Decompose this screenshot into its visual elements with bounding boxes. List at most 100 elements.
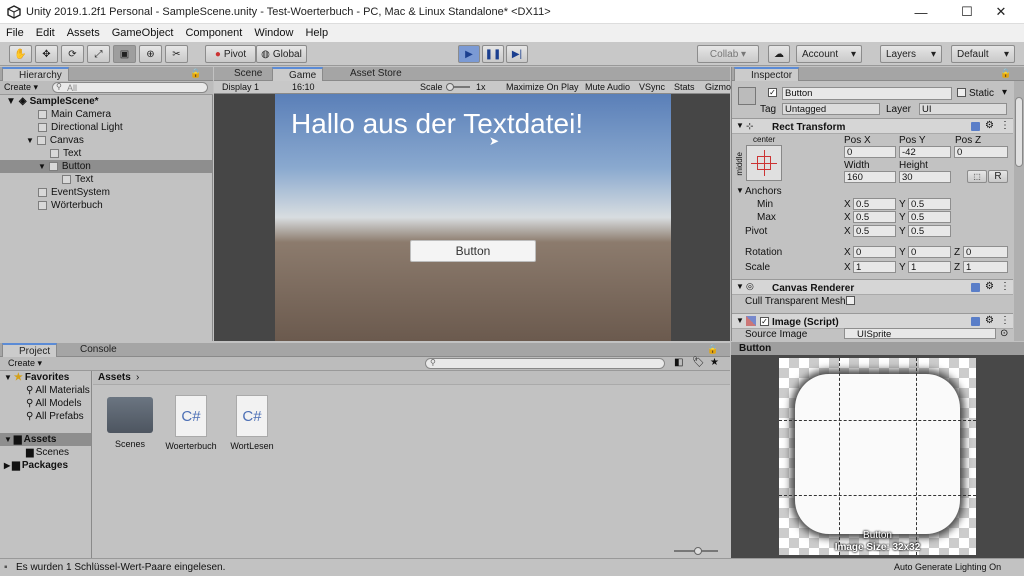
status-message[interactable]: Es wurden 1 Schlüssel-Wert-Paare eingele… — [16, 562, 225, 573]
gizmos-dropdown[interactable]: Gizmo — [705, 82, 731, 92]
layout-dropdown[interactable]: Default ▾ — [951, 45, 1015, 63]
lock-icon[interactable]: 🔒 — [707, 344, 718, 355]
favorite-star-icon[interactable]: ★ — [710, 357, 719, 368]
game-button[interactable]: Button — [410, 240, 536, 262]
rotation-z-field[interactable]: 0 — [963, 246, 1008, 258]
settings-icon[interactable]: ⚙ — [985, 315, 994, 326]
source-image-field[interactable]: UISprite — [844, 328, 996, 339]
object-name-field[interactable]: Button — [782, 87, 952, 100]
rotation-x-field[interactable]: 0 — [853, 246, 896, 258]
tag-dropdown[interactable]: Untagged — [782, 103, 880, 115]
step-button[interactable]: ▶| — [506, 45, 528, 63]
layers-dropdown[interactable]: Layers ▾ — [880, 45, 942, 63]
icon-size-slider-thumb[interactable] — [694, 547, 702, 555]
game-viewport[interactable]: Hallo aus der Textdatei! Button ➤ — [275, 94, 671, 341]
lock-icon[interactable]: 🔒 — [190, 68, 201, 79]
hierarchy-item-button[interactable]: ▼ Button — [0, 160, 212, 173]
anchor-min-y-field[interactable]: 0.5 — [908, 198, 951, 210]
menu-assets[interactable]: Assets — [61, 24, 106, 42]
tab-hierarchy[interactable]: Hierarchy — [2, 67, 69, 81]
scenes-folder-row[interactable]: ▆ Scenes — [26, 446, 69, 459]
rotate-tool-button[interactable]: ⟳ — [61, 45, 84, 63]
packages-folder-row[interactable]: ▶ ▆ Packages — [4, 459, 68, 472]
hierarchy-item-canvas[interactable]: ▼ Canvas — [26, 134, 84, 147]
scale-slider-thumb[interactable] — [446, 83, 454, 91]
scale-z-field[interactable]: 1 — [963, 261, 1008, 273]
settings-icon[interactable]: ⚙ — [985, 281, 994, 292]
transform-tool-button[interactable]: ⊕ — [139, 45, 162, 63]
rect-transform-header[interactable]: ▼ ⊹ Rect Transform ⚙ ⋮ — [732, 118, 1013, 134]
tab-inspector[interactable]: Inspector — [734, 67, 800, 81]
menu-dots-icon[interactable]: ⋮ — [1000, 315, 1010, 326]
rotation-y-field[interactable]: 0 — [908, 246, 951, 258]
vsync-toggle[interactable]: VSync — [639, 82, 665, 92]
lock-icon[interactable]: 🔒 — [1000, 68, 1011, 79]
hierarchy-item-button-text[interactable]: Text — [62, 173, 93, 186]
hierarchy-create-button[interactable]: Create ▾ — [4, 82, 38, 93]
scale-x-field[interactable]: 1 — [853, 261, 896, 273]
asset-scenes-folder[interactable]: Scenes — [100, 395, 160, 449]
pivot-toggle[interactable]: ● Pivot — [205, 45, 256, 63]
hierarchy-item-directional-light[interactable]: Directional Light — [38, 121, 123, 134]
maximize-on-play-toggle[interactable]: Maximize On Play — [506, 82, 579, 92]
close-button[interactable]: ✕ — [978, 0, 1024, 24]
menu-edit[interactable]: Edit — [30, 24, 61, 42]
help-icon[interactable] — [971, 283, 980, 292]
preview-header[interactable]: Button — [731, 342, 1024, 355]
blueprint-mode-button[interactable]: ⬚ — [967, 170, 987, 183]
hierarchy-scene-row[interactable]: ▼ ◈ SampleScene* — [6, 95, 99, 108]
hand-tool-button[interactable]: ✋ — [9, 45, 32, 63]
help-icon[interactable] — [971, 317, 980, 326]
favorite-all-prefabs[interactable]: ⚲ All Prefabs — [26, 410, 84, 423]
tab-game[interactable]: Game — [272, 67, 324, 81]
pos-y-field[interactable]: -42 — [899, 146, 951, 158]
favorite-all-materials[interactable]: ⚲ All Materials — [26, 384, 90, 397]
scale-tool-button[interactable]: ⤢ — [87, 45, 110, 63]
image-script-header[interactable]: ▼ ✓ Image (Script) ⚙ ⋮ — [732, 313, 1013, 329]
pos-z-field[interactable]: 0 — [954, 146, 1008, 158]
scale-y-field[interactable]: 1 — [908, 261, 951, 273]
menu-help[interactable]: Help — [299, 24, 334, 42]
filter-label-icon[interactable]: 🏷 — [692, 357, 705, 368]
aspect-dropdown[interactable]: 16:10 — [292, 82, 315, 92]
hierarchy-search-input[interactable]: All — [52, 82, 208, 93]
global-toggle[interactable]: ◍ Global — [256, 45, 307, 63]
rect-tool-button[interactable]: ▣ — [113, 45, 136, 63]
asset-woerterbuch-script[interactable]: C# Woerterbuch — [161, 395, 221, 451]
hierarchy-item-woerterbuch[interactable]: Wörterbuch — [38, 199, 103, 212]
anchor-min-x-field[interactable]: 0.5 — [853, 198, 896, 210]
favorite-all-models[interactable]: ⚲ All Models — [26, 397, 81, 410]
pos-x-field[interactable]: 0 — [844, 146, 896, 158]
favorites-row[interactable]: ▼ ★ Favorites — [4, 371, 69, 384]
foldout-arrow-icon[interactable]: ▼ — [736, 186, 744, 195]
menu-window[interactable]: Window — [248, 24, 299, 42]
assets-folder-row[interactable]: ▼ ▆ Assets — [0, 433, 91, 446]
static-checkbox[interactable] — [957, 88, 966, 97]
inspector-scrollbar-thumb[interactable] — [1015, 97, 1023, 167]
help-icon[interactable] — [971, 122, 980, 131]
display-dropdown[interactable]: Display 1 — [222, 82, 259, 92]
filter-type-icon[interactable]: ◧ — [674, 357, 683, 368]
height-field[interactable]: 30 — [899, 171, 951, 183]
pivot-y-field[interactable]: 0.5 — [908, 225, 951, 237]
width-field[interactable]: 160 — [844, 171, 896, 183]
move-tool-button[interactable]: ✥ — [35, 45, 58, 63]
object-picker-icon[interactable]: ⊙ — [1000, 328, 1008, 339]
pivot-x-field[interactable]: 0.5 — [853, 225, 896, 237]
menu-component[interactable]: Component — [179, 24, 248, 42]
play-button[interactable]: ▶ — [458, 45, 480, 63]
anchor-presets-button[interactable] — [746, 145, 782, 181]
tab-asset-store[interactable]: Asset Store — [334, 67, 408, 81]
canvas-renderer-header[interactable]: ▼ ◎ Canvas Renderer ⚙ ⋮ — [732, 279, 1013, 295]
custom-tool-button[interactable]: ✂ — [165, 45, 188, 63]
menu-dots-icon[interactable]: ⋮ — [1000, 120, 1010, 131]
settings-icon[interactable]: ⚙ — [985, 120, 994, 131]
active-checkbox[interactable]: ✓ — [768, 88, 777, 97]
hierarchy-item-eventsystem[interactable]: EventSystem — [38, 186, 110, 199]
menu-file[interactable]: File — [0, 24, 30, 42]
image-enabled-checkbox[interactable]: ✓ — [760, 317, 769, 326]
tab-scene[interactable]: Scene — [218, 67, 268, 81]
layer-dropdown[interactable]: UI — [919, 103, 1007, 115]
cull-transparent-checkbox[interactable] — [846, 296, 855, 305]
static-dropdown-arrow-icon[interactable]: ▾ — [1002, 87, 1007, 98]
